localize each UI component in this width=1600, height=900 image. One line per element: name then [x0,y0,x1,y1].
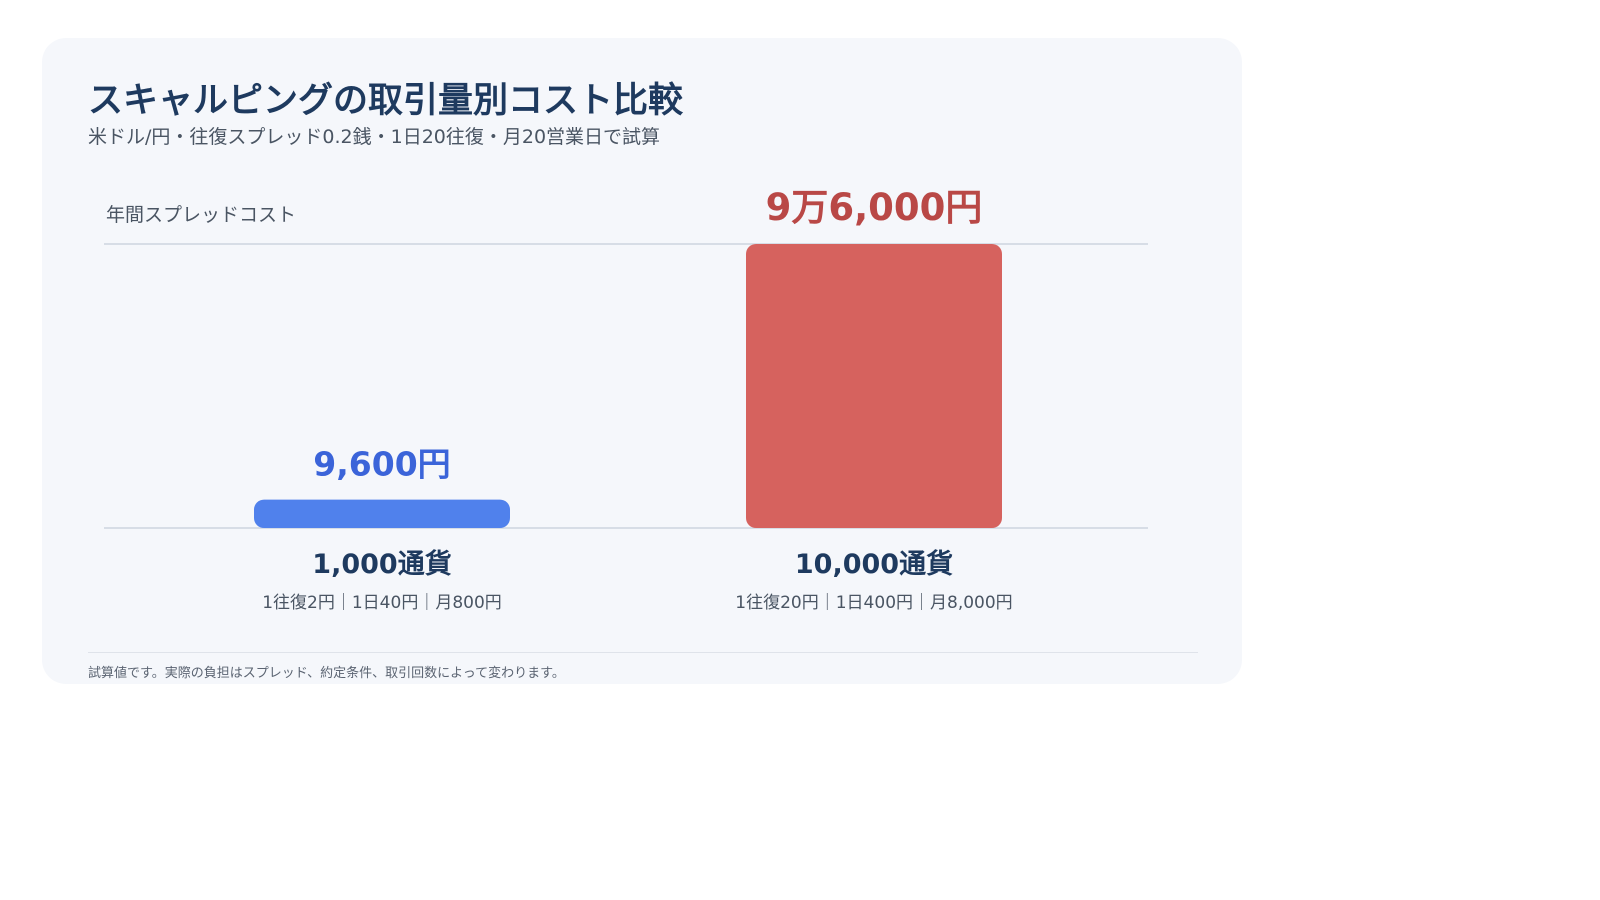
bar-2 [746,244,1002,528]
category-detail-2: 1往復20円｜1日400円｜月8,000円 [735,593,1012,613]
value-label-2: 9万6,000円 [766,186,983,229]
bar-1 [254,499,510,528]
category-label-2: 10,000通貨 [795,548,953,580]
bar-chart: 9,600円 1,000通貨 1往復2円｜1日40円｜月800円 9万6,000円 10… [104,186,1148,613]
category-detail-1: 1往復2円｜1日40円｜月800円 [262,593,502,613]
footnote-divider [88,652,1198,653]
footnote: 試算値です。実際の負担はスプレッド、約定条件、取引回数によって変わります。 [88,666,565,681]
value-label-1: 9,600円 [313,445,450,484]
chart-card: スキャルピングの取引量別コスト比較 米ドル/円・往復スプレッド0.2銭・1日20… [42,38,1242,684]
category-label-1: 1,000通貨 [312,548,451,580]
